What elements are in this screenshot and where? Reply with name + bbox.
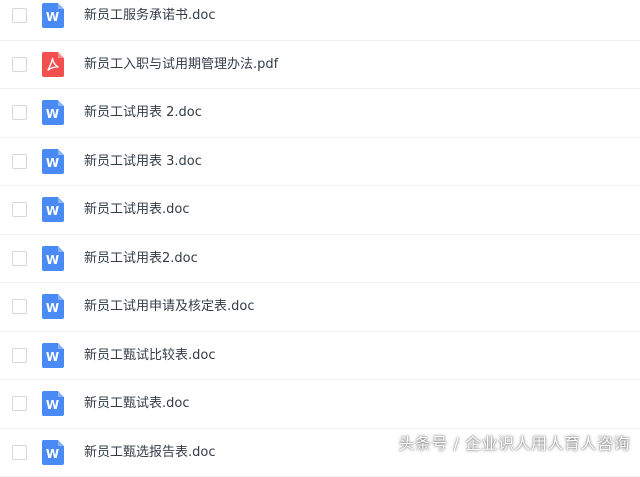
file-row[interactable]: W 新员工试用表2.doc bbox=[0, 235, 640, 284]
file-checkbox[interactable] bbox=[12, 154, 27, 169]
file-name[interactable]: 新员工入职与试用期管理办法.pdf bbox=[84, 55, 278, 75]
svg-text:W: W bbox=[46, 350, 59, 364]
word-icon: W bbox=[42, 149, 64, 174]
watermark: 头条号 / 企业识人用人育人咨询 bbox=[398, 430, 630, 454]
file-checkbox[interactable] bbox=[12, 396, 27, 411]
svg-text:W: W bbox=[46, 301, 59, 315]
file-checkbox[interactable] bbox=[12, 8, 27, 23]
svg-text:W: W bbox=[46, 398, 59, 412]
word-icon: W bbox=[42, 343, 64, 368]
word-icon: W bbox=[42, 440, 64, 465]
file-checkbox[interactable] bbox=[12, 299, 27, 314]
file-row[interactable]: W 新员工试用表 3.doc bbox=[0, 138, 640, 187]
file-list: W 新员工服务承诺书.doc 新员工入职与试用期管理办法.pdf W 新员工试用… bbox=[0, 0, 640, 477]
word-icon: W bbox=[42, 246, 64, 271]
file-checkbox[interactable] bbox=[12, 202, 27, 217]
file-name[interactable]: 新员工试用表2.doc bbox=[84, 249, 198, 269]
file-name[interactable]: 新员工服务承诺书.doc bbox=[84, 6, 216, 26]
svg-text:W: W bbox=[46, 10, 59, 24]
file-row[interactable]: W 新员工试用申请及核定表.doc bbox=[0, 283, 640, 332]
file-row[interactable]: 新员工入职与试用期管理办法.pdf bbox=[0, 41, 640, 90]
file-row[interactable]: W 新员工服务承诺书.doc bbox=[0, 0, 640, 41]
word-icon: W bbox=[42, 100, 64, 125]
file-checkbox[interactable] bbox=[12, 251, 27, 266]
file-row[interactable]: W 新员工试用表.doc bbox=[0, 186, 640, 235]
word-icon: W bbox=[42, 294, 64, 319]
file-checkbox[interactable] bbox=[12, 348, 27, 363]
file-name[interactable]: 新员工试用表 2.doc bbox=[84, 103, 202, 123]
word-icon: W bbox=[42, 197, 64, 222]
svg-text:W: W bbox=[46, 204, 59, 218]
file-checkbox[interactable] bbox=[12, 57, 27, 72]
svg-text:W: W bbox=[46, 107, 59, 121]
file-row[interactable]: W 新员工甄试比较表.doc bbox=[0, 332, 640, 381]
svg-text:W: W bbox=[46, 156, 59, 170]
file-row[interactable]: W 新员工试用表 2.doc bbox=[0, 89, 640, 138]
file-name[interactable]: 新员工甄试比较表.doc bbox=[84, 346, 216, 366]
file-name[interactable]: 新员工甄试表.doc bbox=[84, 394, 190, 414]
svg-text:W: W bbox=[46, 253, 59, 267]
file-row[interactable]: W 新员工甄试表.doc bbox=[0, 380, 640, 429]
file-name[interactable]: 新员工试用表.doc bbox=[84, 200, 190, 220]
word-icon: W bbox=[42, 3, 64, 28]
svg-text:W: W bbox=[46, 447, 59, 461]
file-checkbox[interactable] bbox=[12, 445, 27, 460]
file-name[interactable]: 新员工试用申请及核定表.doc bbox=[84, 297, 255, 317]
file-name[interactable]: 新员工试用表 3.doc bbox=[84, 152, 202, 172]
word-icon: W bbox=[42, 391, 64, 416]
file-checkbox[interactable] bbox=[12, 105, 27, 120]
pdf-icon bbox=[42, 52, 64, 77]
